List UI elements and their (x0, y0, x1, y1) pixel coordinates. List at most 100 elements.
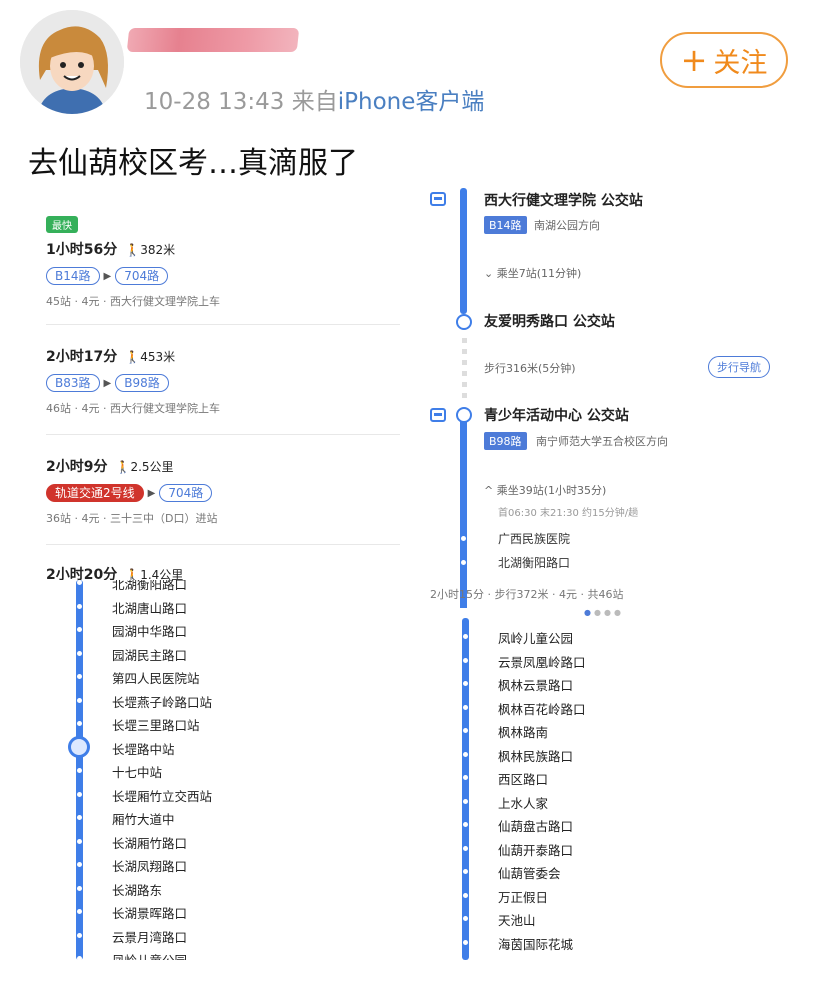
stop-item: 长堽厢竹立交西站 (112, 788, 213, 804)
stop-item: 长湖凤翔路口 (112, 859, 188, 874)
route-duration: 1小时56分 (46, 242, 118, 258)
stop-item: 北湖唐山路口 (112, 600, 188, 616)
route-walk: 453米 (140, 350, 176, 364)
walk-dots (462, 338, 467, 404)
schedule: 首06:30 末21:30 约15分钟/趟 (498, 508, 639, 519)
stop-item: 仙葫开泰路口 (498, 842, 574, 858)
ride-text: 乘坐39站(1小时35分) (496, 484, 607, 497)
direction: 南湖公园方向 (534, 219, 600, 232)
stop-dot (463, 869, 468, 874)
route-option[interactable]: 2小时20分 🚶1.4公里 (46, 564, 396, 580)
route-option[interactable]: 2小时17分 🚶453米 B83路 ▶ B98路 46站 · 4元 · 西大行健文… (46, 346, 396, 416)
route-options-screenshot: 最快 1小时56分 🚶382米 B14路 ▶ 704路 45站 · 4元 · 西大… (30, 200, 400, 580)
stop-dot (77, 721, 82, 726)
line-chip: B83路 (46, 374, 100, 392)
stop-dot (77, 862, 82, 867)
chevron-down-icon: ⌄ (484, 267, 497, 280)
plus-icon: + (680, 41, 708, 79)
post-source-link[interactable]: iPhone客户端 (338, 89, 485, 115)
bus-line-chip: B98路 (484, 432, 527, 450)
stop-item: 海茵国际花城 (498, 936, 574, 952)
route-option[interactable]: 2小时9分 🚶2.5公里 轨道交通2号线 ▶ 704路 36站 · 4元 · 三十… (46, 456, 396, 526)
stop-item: 北湖衡阳路口 (112, 580, 188, 592)
arrow-right-icon: ▶ (103, 377, 112, 389)
walk-icon: 🚶 (125, 568, 141, 580)
stop-dot (77, 650, 82, 656)
stop-item: 长湖厢竹路口 (112, 835, 188, 851)
route-duration: 2小时20分 (46, 567, 118, 580)
stop-dot (77, 838, 82, 844)
walk-navigation-button[interactable]: 步行导航 (708, 356, 770, 378)
stop-item: 长堽三里路口站 (112, 718, 200, 733)
stop-item: 十七中站 (112, 765, 163, 780)
stop-item: 凤岭儿童公园 (498, 631, 574, 646)
stop-item: 枫林百花岭路口 (498, 701, 586, 717)
stop-item: 枫林路南 (498, 725, 549, 740)
stop-item: 第四人民医院站 (112, 671, 200, 686)
walk-icon: 🚶 (125, 350, 141, 364)
stop-dot (77, 768, 82, 773)
post-text: 去仙葫校区考…真滴服了 (28, 146, 358, 181)
stop-dot (77, 627, 82, 632)
stop-item: 厢竹大道中 (112, 812, 175, 827)
stop-item: 西区路口 (498, 772, 549, 787)
follow-button[interactable]: + 关注 (660, 32, 788, 88)
stop-item: 仙葫盘古路口 (498, 819, 574, 834)
chevron-up-icon: ^ (484, 484, 497, 497)
stop-item: 长堽路中站 (112, 741, 175, 757)
route-option[interactable]: 最快 1小时56分 🚶382米 B14路 ▶ 704路 45站 · 4元 · 西大… (46, 214, 396, 309)
route-detail-screenshot: 西大行健文理学院 公交站 B14路 南湖公园方向 ⌄ 乘坐7站(11分钟) 友爱… (420, 188, 790, 608)
stop-dot (461, 560, 466, 565)
follow-label: 关注 (713, 47, 768, 79)
stop-item: 园湖民主路口 (112, 647, 188, 663)
stop-dot (463, 916, 468, 921)
page-indicator: ●●●● (584, 608, 624, 617)
avatar[interactable] (20, 10, 124, 114)
stop-item: 枫林民族路口 (498, 748, 574, 764)
walk-icon: 🚶 (115, 460, 131, 474)
stop-dot (461, 536, 466, 541)
route-summary: 2小时15分 · 步行372米 · 4元 · 共46站 (430, 588, 624, 601)
stop-item: 园湖中华路口 (112, 624, 188, 639)
stop-item: 云景凤凰岭路口 (498, 654, 586, 670)
route-walk: 1.4公里 (140, 568, 184, 580)
ride-info[interactable]: ⌄ 乘坐7站(11分钟) (484, 265, 581, 281)
stop-item: 长湖景晖路口 (112, 906, 188, 921)
route-line (460, 188, 467, 314)
stop-dot (463, 822, 468, 827)
stop-dot (463, 775, 468, 780)
stop-dot (77, 603, 82, 609)
stop-name: 西大行健文理学院 公交站 (484, 193, 643, 209)
stop-dot (77, 815, 82, 820)
stop-dot (77, 580, 82, 585)
line-chip: 704路 (159, 484, 213, 502)
bus-icon (430, 192, 446, 206)
stop-dot (77, 697, 82, 703)
route-info: 45站 · 4元 · 西大行健文理学院上车 (46, 295, 220, 308)
route-line (462, 618, 469, 960)
ride-text: 乘坐7站(11分钟) (496, 267, 582, 280)
stop-name: 青少年活动中心 公交站 (484, 408, 629, 424)
stop-dot (77, 909, 82, 914)
route-line (460, 412, 467, 608)
stop-item: 万正假日 (498, 889, 549, 905)
stop-dot (463, 728, 468, 733)
avatar-image (20, 10, 124, 114)
stop-item: 广西民族医院 (498, 532, 571, 546)
stop-dot (463, 634, 468, 639)
post-time: 10-28 13:43 (144, 89, 285, 115)
rail-line-chip: 轨道交通2号线 (46, 484, 144, 502)
stop-circle-icon (456, 314, 472, 330)
stop-item: 凤岭儿童公园 (112, 950, 187, 960)
current-stop-marker (68, 735, 90, 758)
stop-dot (77, 791, 82, 797)
divider (46, 324, 400, 325)
ride-info[interactable]: ^ 乘坐39站(1小时35分) (484, 482, 606, 498)
stop-dot (77, 674, 82, 679)
stop-item: 北湖衡阳路口 (498, 556, 571, 570)
stop-dot (463, 704, 468, 710)
bus-line-chip: B14路 (484, 216, 527, 234)
stop-item: 长堽燕子岭路口站 (112, 694, 213, 710)
arrow-right-icon: ▶ (103, 270, 112, 282)
stop-item: 枫林云景路口 (498, 678, 574, 693)
